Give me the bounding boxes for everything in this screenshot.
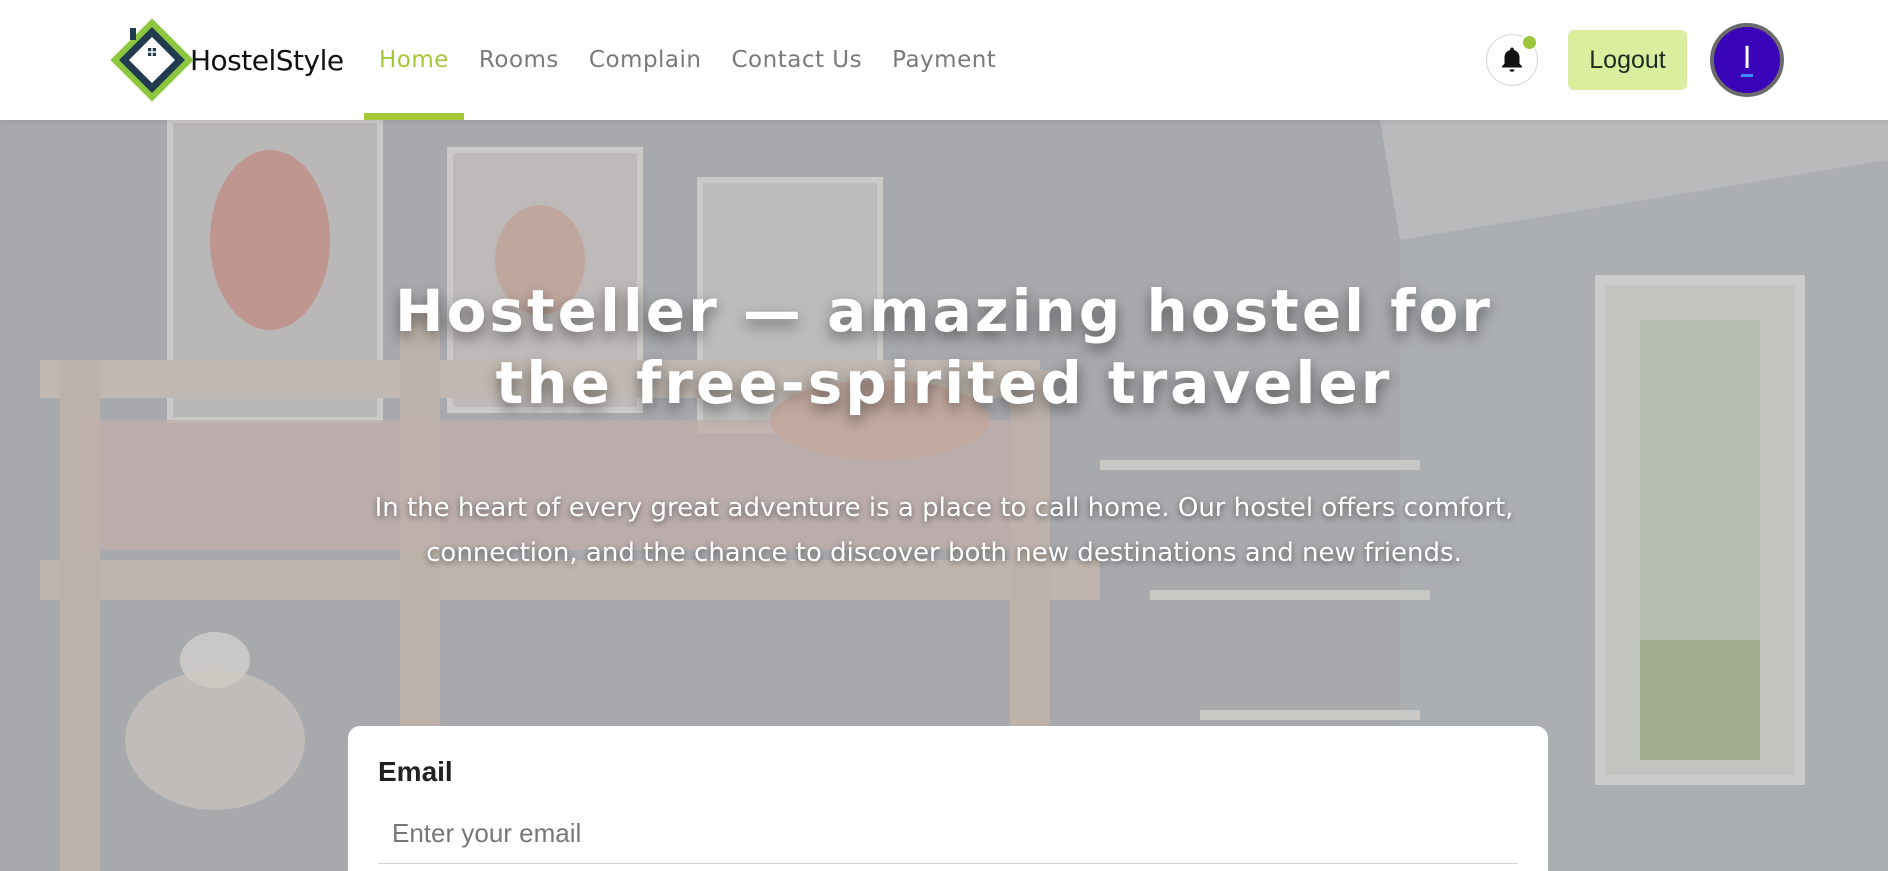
nav-item-complain[interactable]: Complain [574, 0, 717, 120]
brand-logo[interactable]: HostelStyle [110, 18, 344, 102]
avatar-initial: I [1740, 40, 1754, 77]
brand-name: HostelStyle [190, 43, 344, 77]
nav-item-contact-us[interactable]: Contact Us [717, 0, 878, 120]
user-avatar[interactable]: I [1710, 23, 1784, 97]
email-form-card: Email [348, 726, 1548, 871]
house-diamond-logo-icon [110, 18, 194, 102]
main-nav: Home Rooms Complain Contact Us Payment [364, 0, 1011, 120]
hero-subtitle: In the heart of every great adventure is… [374, 493, 1514, 568]
nav-item-payment[interactable]: Payment [877, 0, 1011, 120]
logout-button[interactable]: Logout [1568, 30, 1687, 90]
hero-title: Hosteller — amazing hostel for the free-… [395, 277, 1493, 417]
hero-section: Hosteller — amazing hostel for the free-… [0, 120, 1888, 871]
email-label: Email [378, 756, 453, 787]
nav-item-rooms[interactable]: Rooms [464, 0, 574, 120]
notification-badge-dot [1521, 34, 1538, 51]
top-navbar: HostelStyle Home Rooms Complain Contact … [0, 0, 1888, 120]
nav-item-home[interactable]: Home [364, 0, 464, 120]
bell-icon [1502, 47, 1522, 72]
email-input[interactable] [378, 804, 1518, 864]
